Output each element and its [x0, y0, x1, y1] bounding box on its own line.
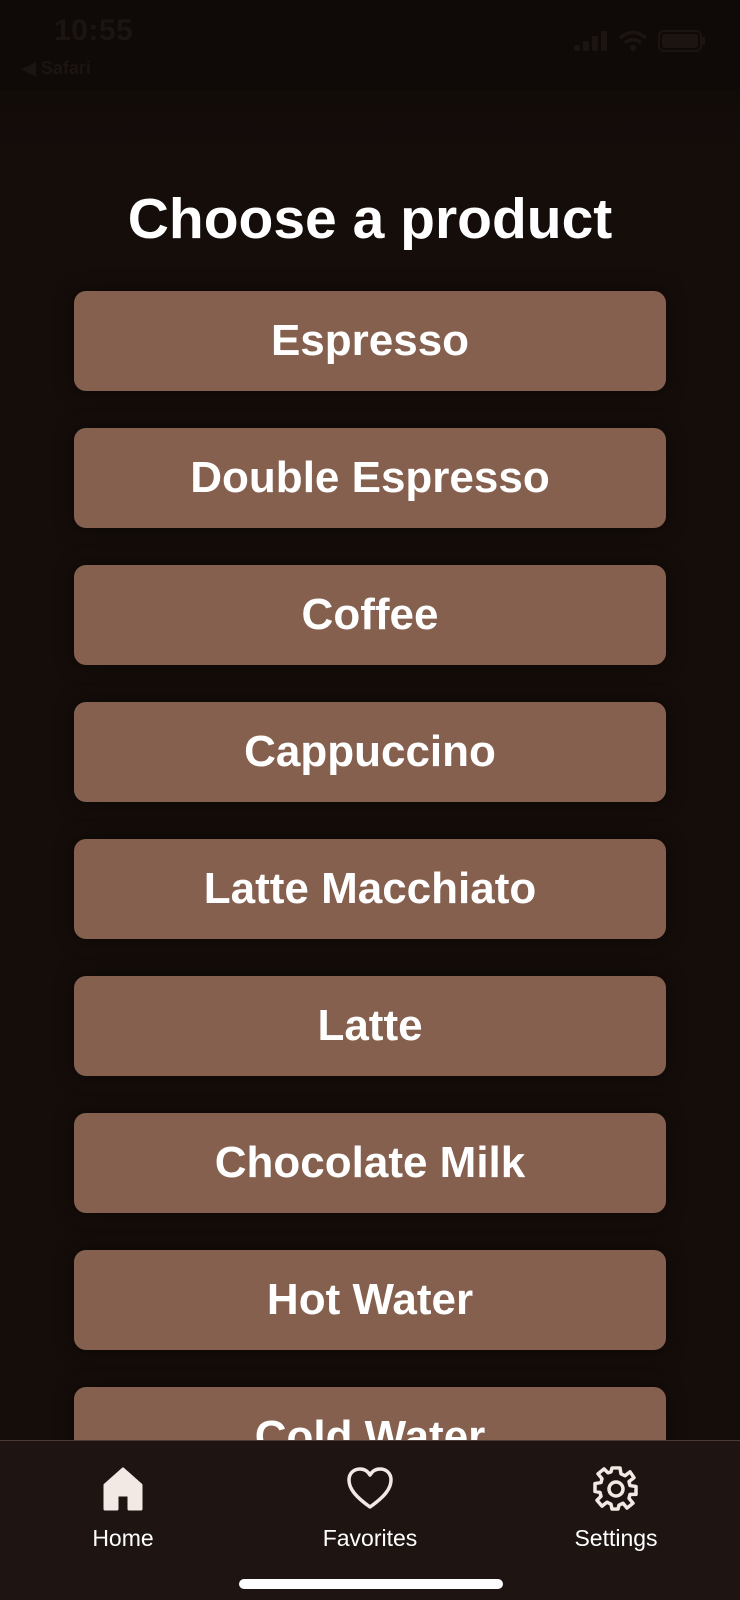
status-time: 10:55: [54, 14, 134, 47]
back-to-safari-link[interactable]: ◀ Safari: [22, 58, 91, 79]
product-button-espresso[interactable]: Espresso: [74, 291, 666, 391]
product-list: Espresso Double Espresso Coffee Cappucci…: [74, 291, 666, 1524]
tab-home[interactable]: Home: [43, 1465, 203, 1552]
home-icon: [103, 1467, 143, 1511]
wifi-icon: [618, 30, 648, 51]
gear-icon: [593, 1466, 638, 1511]
page-title: Choose a product: [127, 187, 613, 251]
heart-icon: [347, 1467, 393, 1509]
cellular-signal-icon: [574, 31, 607, 51]
tab-favorites[interactable]: Favorites: [290, 1465, 450, 1552]
tab-settings-label: Settings: [574, 1525, 658, 1551]
product-button-hot-water[interactable]: Hot Water: [74, 1250, 666, 1350]
tab-home-label: Home: [92, 1525, 154, 1551]
product-button-double-espresso[interactable]: Double Espresso: [74, 428, 666, 528]
product-button-cappuccino[interactable]: Cappuccino: [74, 702, 666, 802]
tab-bar: Home Favorites Settings: [0, 1440, 740, 1600]
status-icons: [574, 30, 706, 52]
product-button-latte-macchiato[interactable]: Latte Macchiato: [74, 839, 666, 939]
tab-favorites-label: Favorites: [322, 1525, 418, 1551]
home-indicator: [239, 1579, 503, 1589]
product-button-latte[interactable]: Latte: [74, 976, 666, 1076]
status-bar: 10:55 ◀ Safari: [0, 0, 740, 90]
tab-settings[interactable]: Settings: [536, 1465, 696, 1552]
battery-icon: [658, 30, 705, 52]
product-button-chocolate-milk[interactable]: Chocolate Milk: [74, 1113, 666, 1213]
main-content: Choose a product Espresso Double Espress…: [0, 90, 740, 1487]
product-button-coffee[interactable]: Coffee: [74, 565, 666, 665]
